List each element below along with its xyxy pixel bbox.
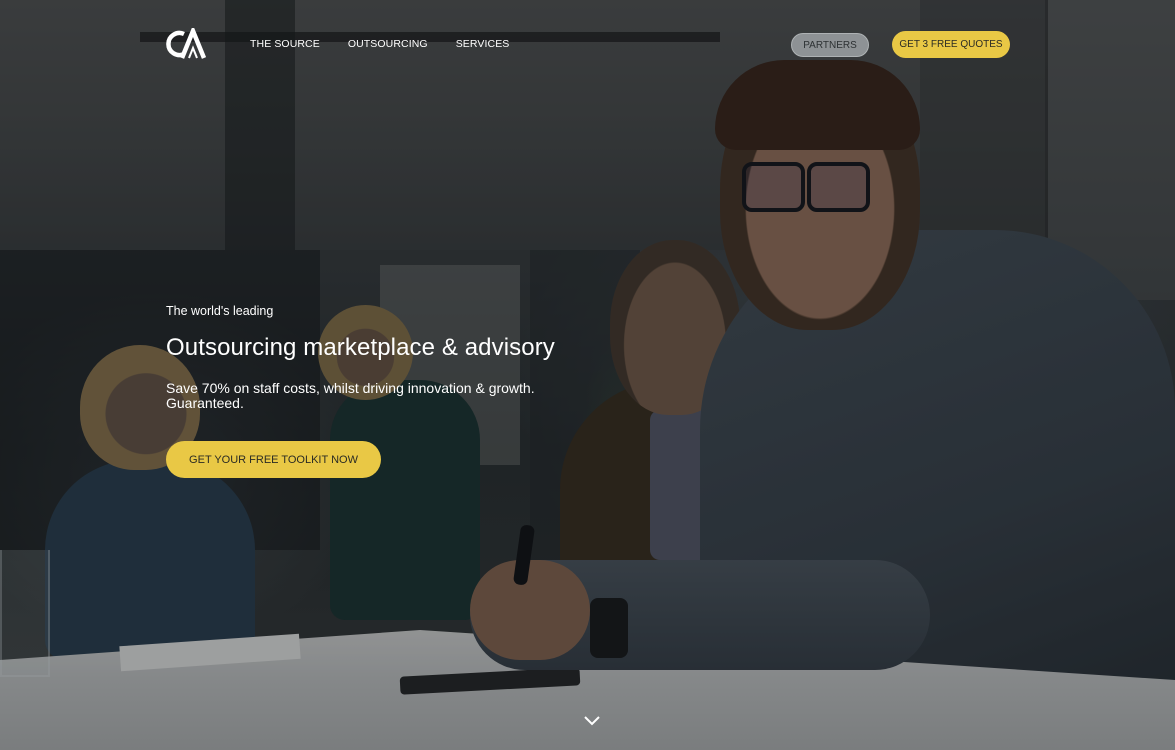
hero-background-photo — [0, 0, 1175, 750]
site-header: THE SOURCE OUTSOURCING SERVICES PARTNERS… — [0, 0, 1175, 90]
nav-outsourcing[interactable]: OUTSOURCING — [348, 38, 428, 50]
scroll-down-chevron-icon[interactable] — [583, 712, 601, 726]
partners-button[interactable]: PARTNERS — [791, 33, 869, 57]
get-quotes-button[interactable]: GET 3 FREE QUOTES — [892, 31, 1010, 58]
ca-logo-icon — [166, 25, 207, 59]
hero-title: Outsourcing marketplace & advisory — [166, 334, 555, 361]
hero-eyebrow: The world's leading — [166, 304, 274, 318]
free-toolkit-button[interactable]: GET YOUR FREE TOOLKIT NOW — [166, 441, 381, 478]
hero-subtitle: Save 70% on staff costs, whilst driving … — [166, 380, 535, 411]
main-nav: THE SOURCE OUTSOURCING SERVICES — [250, 38, 537, 50]
ca-logo[interactable] — [164, 25, 208, 60]
nav-the-source[interactable]: THE SOURCE — [250, 38, 320, 50]
nav-services[interactable]: SERVICES — [456, 38, 510, 50]
